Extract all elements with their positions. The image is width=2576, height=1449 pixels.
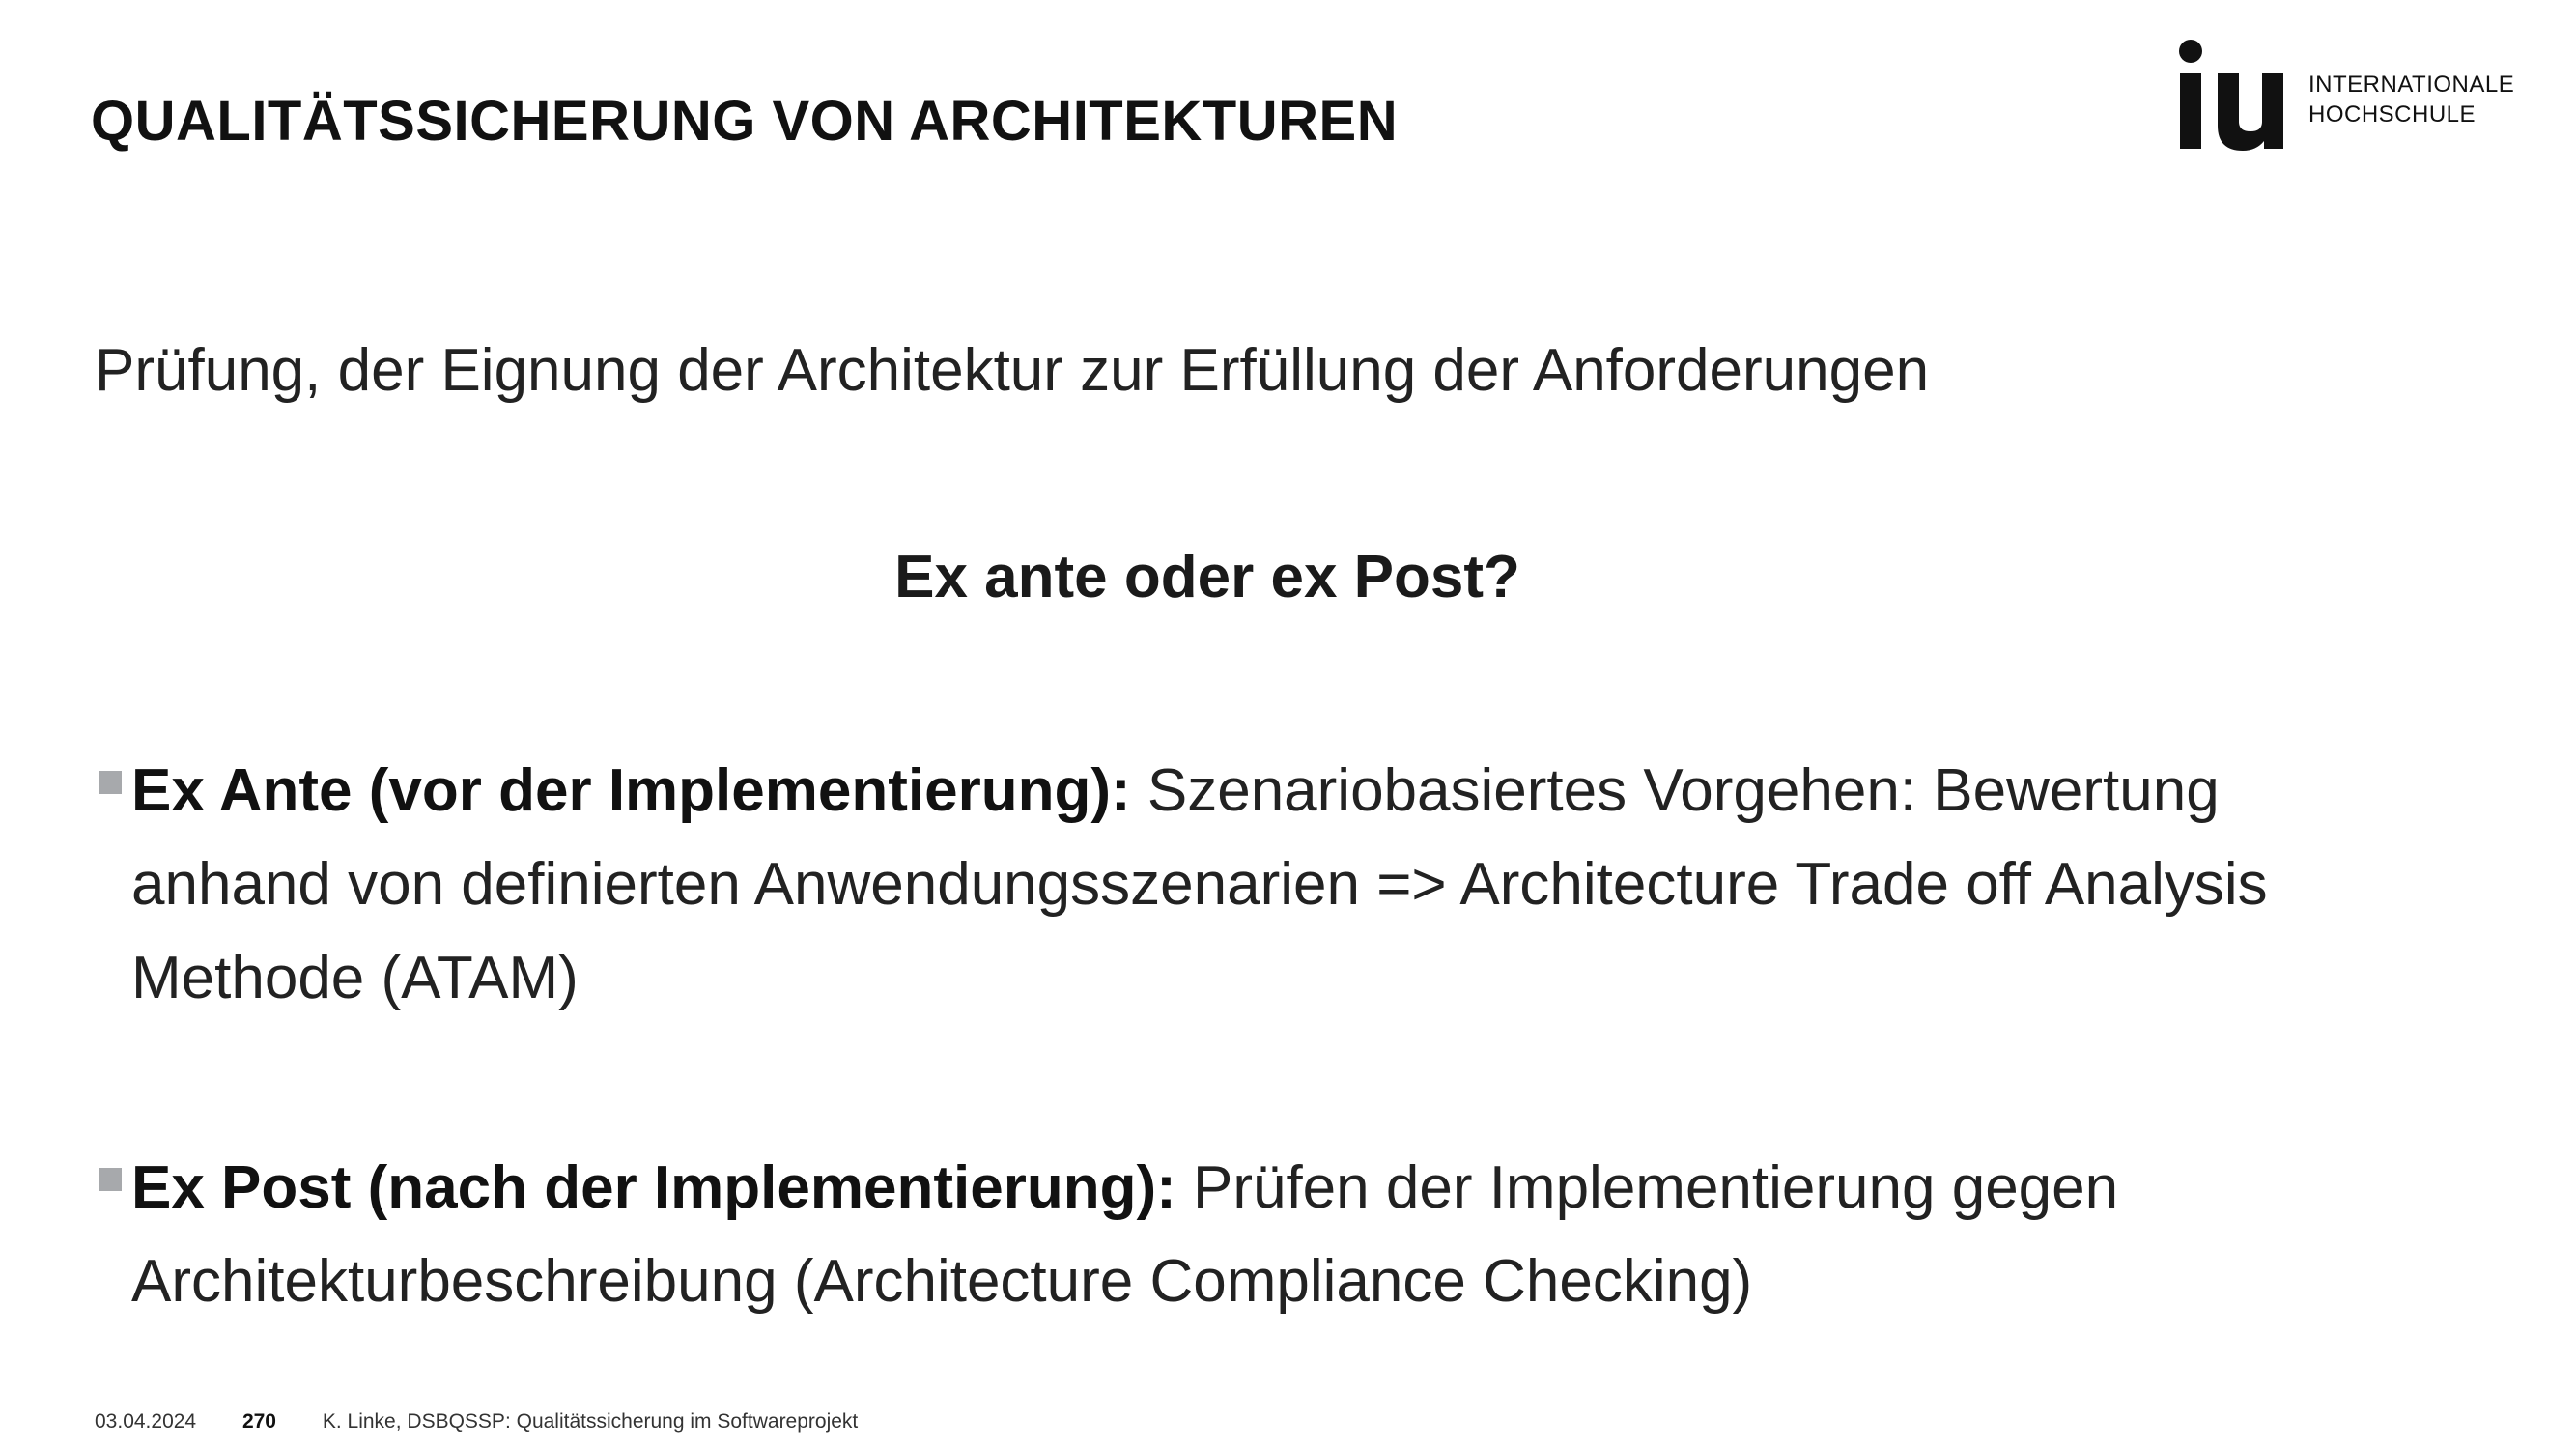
footer-date: 03.04.2024 [95, 1410, 197, 1433]
question-heading: Ex ante oder ex Post? [894, 544, 1520, 611]
bullet-ex-ante: Ex Ante (vor der Implementierung): Szena… [97, 744, 2395, 1025]
footer-page-number: 270 [241, 1410, 276, 1433]
logo-line-2: HOCHSCHULE [2308, 101, 2477, 128]
logo-wordmark: INTERNATIONALE HOCHSCHULE [2308, 70, 2514, 129]
footer-course: DSBQSSP: Qualitätssicherung im Softwarep… [407, 1410, 859, 1433]
iu-logo: INTERNATIONALE HOCHSCHULE [2173, 39, 2540, 155]
bullet-term: Ex Ante (vor der Implementierung): [131, 757, 1131, 824]
bullet-list: Ex Ante (vor der Implementierung): Szena… [97, 744, 2395, 1328]
footer-author: K. Linke, [322, 1410, 402, 1433]
slide-title: QUALITÄTSSICHERUNG VON ARCHITEKTUREN [91, 90, 1399, 153]
bullet-ex-post: Ex Post (nach der Implementierung): Prüf… [97, 1141, 2395, 1328]
slide-footer: 03.04.2024 270 K. Linke, DSBQSSP: Qualit… [95, 1410, 858, 1434]
square-bullet-icon [99, 1168, 122, 1191]
intro-text: Prüfung, der Eignung der Architektur zur… [95, 337, 1930, 404]
logo-line-1: INTERNATIONALE [2308, 71, 2515, 98]
bullet-term: Ex Post (nach der Implementierung): [131, 1154, 1176, 1221]
iu-logo-mark [2179, 40, 2283, 151]
square-bullet-icon [99, 771, 122, 794]
